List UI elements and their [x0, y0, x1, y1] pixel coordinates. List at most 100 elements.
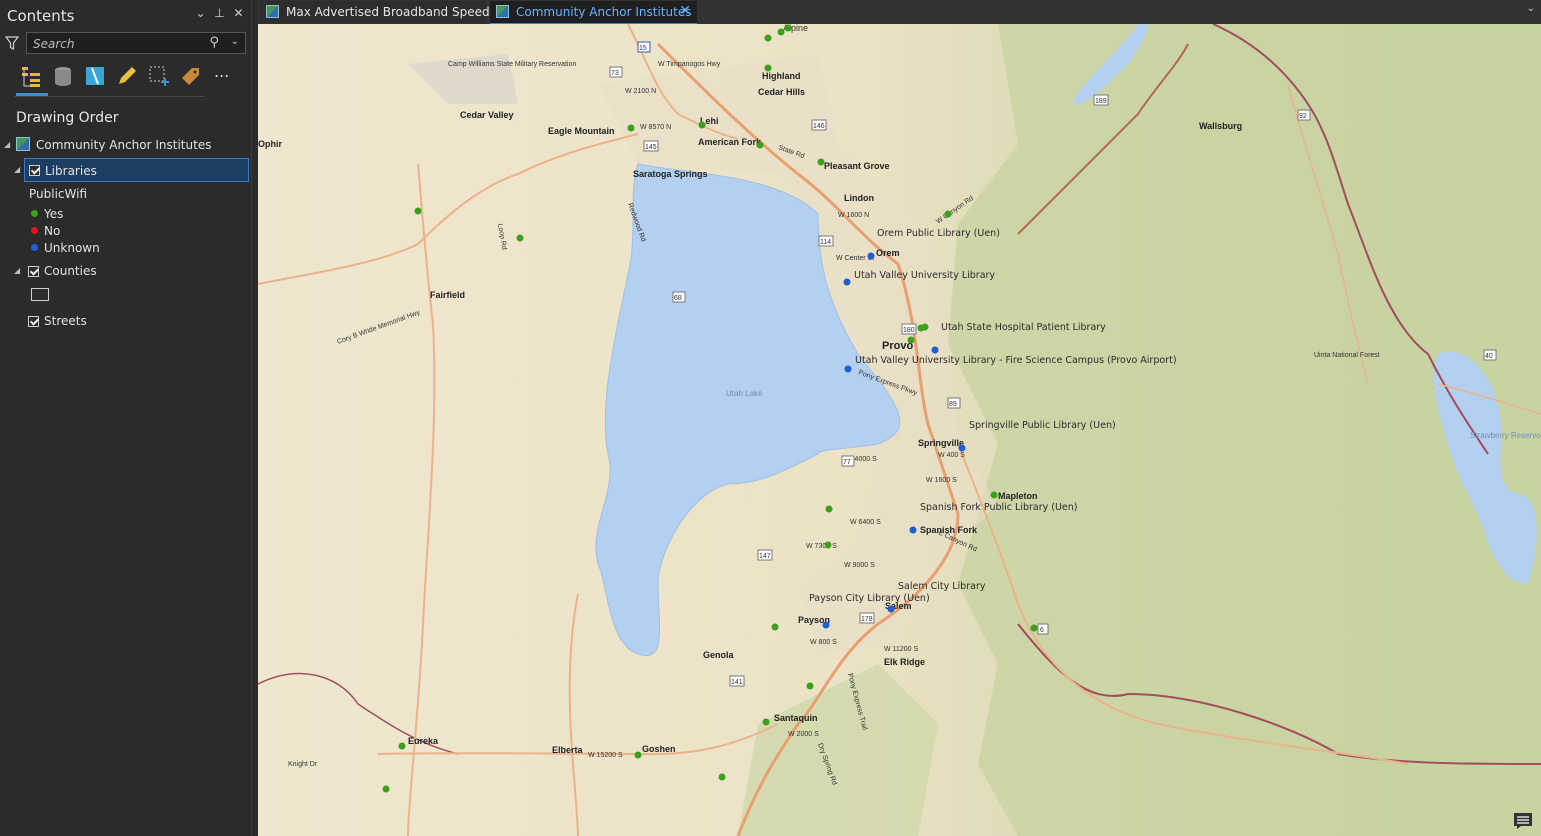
- library-point-yes[interactable]: [762, 718, 770, 726]
- highway-shield: 180: [901, 323, 917, 335]
- library-label: Orem Public Library (Uen): [877, 228, 1000, 239]
- road-label: W Timpanogos Hwy: [658, 61, 721, 68]
- list-by-snapping-icon[interactable]: [147, 64, 171, 88]
- library-point-yes[interactable]: [627, 124, 635, 132]
- list-by-data-source-icon[interactable]: [51, 64, 75, 88]
- chevron-down-icon[interactable]: ⌄: [194, 6, 207, 20]
- library-point-yes[interactable]: [817, 158, 825, 166]
- library-point-yes[interactable]: [944, 210, 952, 218]
- library-point-yes[interactable]: [825, 505, 833, 513]
- library-label: Spanish Fork Public Library (Uen): [920, 502, 1078, 513]
- library-point-yes[interactable]: [756, 141, 764, 149]
- road-label: W 400 S: [938, 452, 965, 459]
- library-point-yes[interactable]: [806, 682, 814, 690]
- close-icon[interactable]: ✕: [232, 6, 245, 20]
- svg-text:77: 77: [843, 459, 851, 466]
- drawing-order-heading: Drawing Order: [16, 110, 119, 126]
- library-point-yes[interactable]: [990, 491, 998, 499]
- library-point-yes[interactable]: [784, 24, 792, 32]
- library-point-yes[interactable]: [414, 207, 422, 215]
- library-point-yes[interactable]: [634, 751, 642, 759]
- list-by-drawing-order-icon[interactable]: [19, 64, 43, 88]
- svg-text:15: 15: [639, 45, 647, 52]
- place-label: Cedar Valley: [460, 110, 514, 120]
- library-point-unknown[interactable]: [844, 365, 852, 373]
- layer-libraries[interactable]: Libraries: [24, 158, 249, 182]
- layer-label: Counties: [44, 264, 97, 278]
- highway-shield: 145: [643, 140, 659, 152]
- filter-icon[interactable]: [5, 35, 19, 51]
- highway-shield: 40: [1483, 349, 1497, 361]
- place-label: Wallsburg: [1199, 121, 1242, 131]
- streets-checkbox[interactable]: [28, 316, 39, 327]
- list-by-editing-icon[interactable]: [115, 64, 139, 88]
- search-icon[interactable]: ⚲: [209, 35, 219, 50]
- library-point-yes[interactable]: [698, 121, 706, 129]
- water-label: Strawberry Reservoir: [1470, 431, 1541, 440]
- list-by-selection-icon[interactable]: [83, 64, 107, 88]
- svg-text:73: 73: [611, 70, 619, 77]
- tree-map-item[interactable]: ◢ Community Anchor Institutes: [0, 134, 251, 156]
- highway-shield: 141: [729, 675, 745, 687]
- library-point-yes[interactable]: [398, 742, 406, 750]
- polygon-symbol-icon: [31, 288, 49, 301]
- tab-max-advertised-broadband-speed[interactable]: Max Advertised Broadband Speed: [260, 1, 490, 23]
- library-point-unknown[interactable]: [909, 526, 917, 534]
- place-label: Highland: [762, 71, 801, 81]
- more-icon[interactable]: ...: [214, 62, 238, 86]
- library-point-unknown[interactable]: [867, 252, 875, 260]
- library-point-unknown[interactable]: [822, 621, 830, 629]
- close-icon[interactable]: ✕: [679, 3, 691, 19]
- highway-shield: 77: [841, 455, 855, 467]
- library-point-unknown[interactable]: [931, 346, 939, 354]
- library-point-yes[interactable]: [907, 336, 915, 344]
- highway-shield: 15: [637, 41, 651, 53]
- contents-toolbar: ...: [14, 62, 229, 96]
- place-label: Springville: [918, 438, 964, 448]
- svg-text:189: 189: [1095, 98, 1107, 105]
- list-by-labeling-icon[interactable]: [179, 64, 203, 88]
- library-point-yes[interactable]: [764, 34, 772, 42]
- library-point-yes[interactable]: [824, 541, 832, 549]
- expand-arrow-icon[interactable]: ◢: [14, 165, 20, 174]
- library-point-yes[interactable]: [382, 785, 390, 793]
- library-point-yes[interactable]: [771, 623, 779, 631]
- library-point-yes[interactable]: [777, 28, 785, 36]
- tab-community-anchor-institutes[interactable]: Community Anchor Institutes ✕: [490, 1, 697, 25]
- road-label: W 15200 S: [588, 752, 623, 759]
- map-tab-bar: Max Advertised Broadband Speed Community…: [258, 0, 1541, 25]
- libraries-checkbox[interactable]: [29, 165, 40, 176]
- highway-shield: 189: [1093, 94, 1109, 106]
- highway-shield: 73: [609, 66, 623, 78]
- place-label: Mapleton: [998, 491, 1038, 501]
- map-view[interactable]: Utah Lake Strawberry Reservoir Alpine Hi…: [258, 24, 1541, 836]
- pin-icon[interactable]: ⊥: [213, 6, 226, 20]
- library-point-yes[interactable]: [718, 773, 726, 781]
- green-dot-icon: [31, 210, 38, 217]
- search-box[interactable]: ⚲ ⌄: [26, 32, 246, 54]
- search-options-chevron-icon[interactable]: ⌄: [231, 36, 239, 47]
- highway-shield: 178: [859, 612, 875, 624]
- library-point-unknown[interactable]: [887, 605, 895, 613]
- map-canvas[interactable]: Utah Lake Strawberry Reservoir Alpine Hi…: [258, 24, 1541, 836]
- tab-overflow-chevron-icon[interactable]: ⌄: [1527, 3, 1535, 14]
- library-point-unknown[interactable]: [843, 278, 851, 286]
- contents-header: Contents ⌄ ⊥ ✕: [0, 0, 251, 30]
- search-input[interactable]: [31, 34, 205, 54]
- layer-streets[interactable]: Streets: [24, 310, 244, 332]
- library-point-yes[interactable]: [1030, 624, 1038, 632]
- road-label: W 8570 N: [640, 124, 671, 131]
- library-point-unknown[interactable]: [958, 444, 966, 452]
- expand-arrow-icon[interactable]: ◢: [14, 266, 20, 275]
- layer-counties[interactable]: Counties: [24, 260, 244, 282]
- legend-label: Unknown: [44, 241, 100, 255]
- library-point-yes[interactable]: [764, 64, 772, 72]
- blue-dot-icon: [31, 244, 38, 251]
- notification-icon[interactable]: [1513, 812, 1533, 830]
- place-label: Genola: [703, 650, 735, 660]
- library-point-yes[interactable]: [516, 234, 524, 242]
- counties-checkbox[interactable]: [28, 266, 39, 277]
- library-point-yes[interactable]: [921, 323, 929, 331]
- svg-text:6: 6: [1040, 627, 1044, 634]
- expand-arrow-icon[interactable]: ◢: [4, 140, 10, 149]
